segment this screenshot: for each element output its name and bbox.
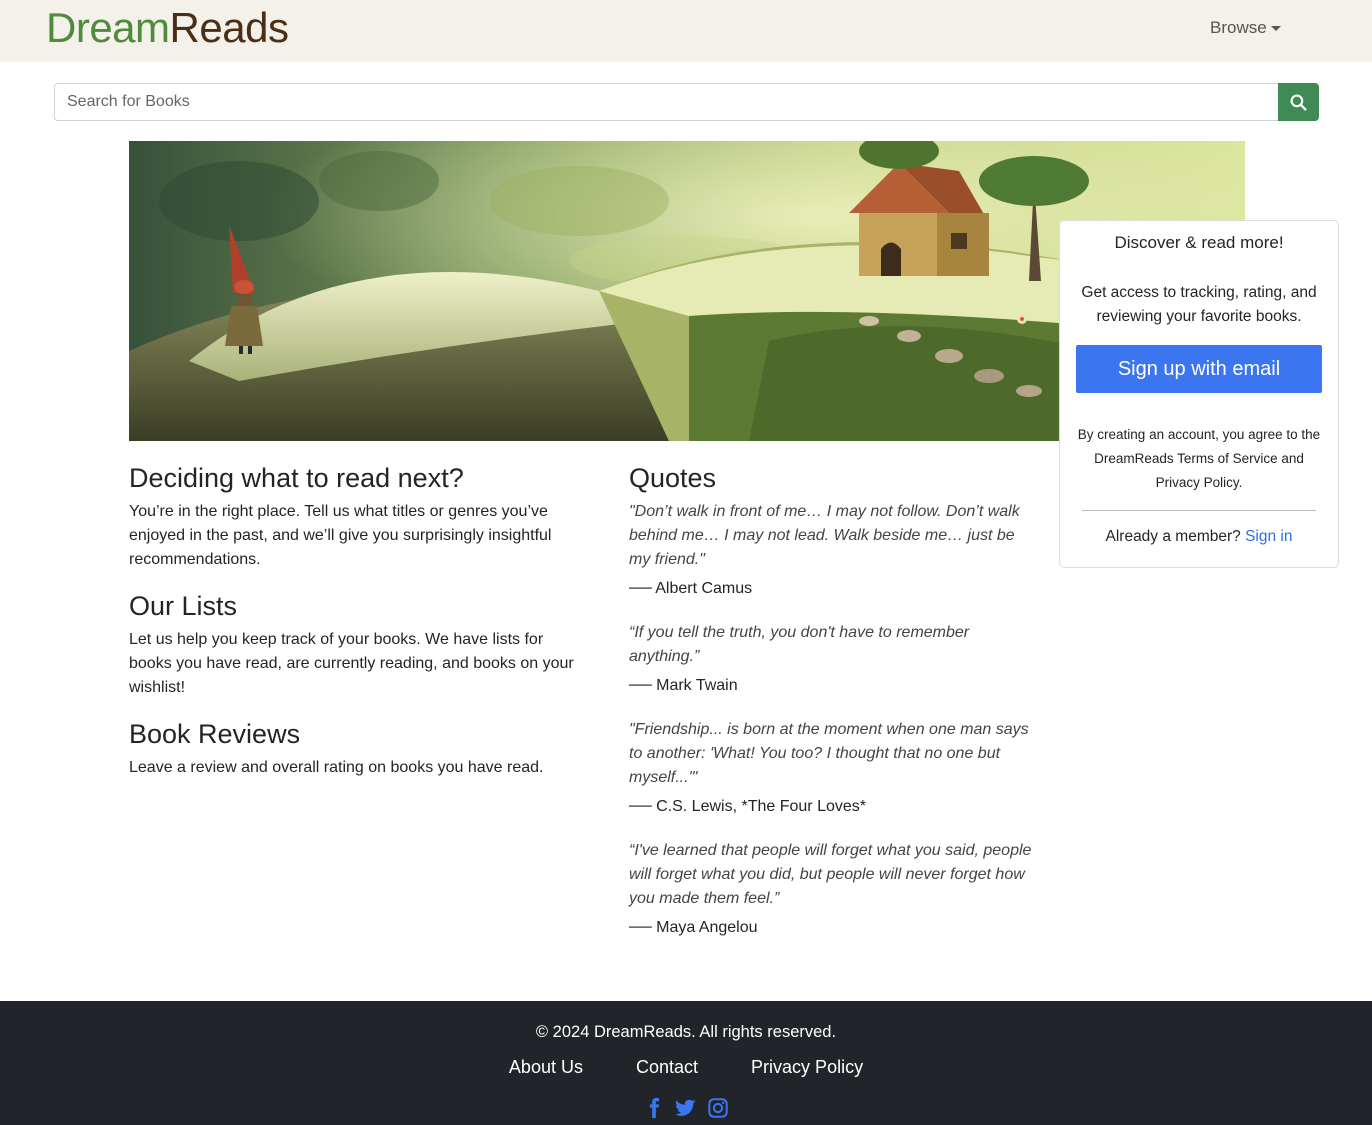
caret-down-icon xyxy=(1270,26,1281,32)
brand-logo[interactable]: DreamReads xyxy=(46,4,289,52)
member-text: Already a member? xyxy=(1105,528,1241,545)
footer-link-about[interactable]: About Us xyxy=(509,1057,583,1077)
search-bar xyxy=(54,83,1319,121)
search-icon xyxy=(1290,94,1307,111)
social-links xyxy=(0,1097,1372,1119)
quote-author: ── Albert Camus xyxy=(629,580,753,597)
section-text-recommendations: You’re in the right place. Tell us what … xyxy=(129,503,552,568)
quote-author: ── C.S. Lewis, *The Four Loves* xyxy=(629,798,866,815)
browse-dropdown[interactable]: Browse xyxy=(1210,18,1281,38)
section-heading-reviews: Book Reviews xyxy=(129,719,301,749)
signup-email-button[interactable]: Sign up with email xyxy=(1076,345,1322,393)
copyright-text: © 2024 DreamReads. All rights reserved. xyxy=(535,1023,837,1041)
quotes-column: Quotes "Don’t walk in front of me… I may… xyxy=(629,462,1039,940)
navbar: DreamReads Browse xyxy=(0,0,1372,62)
footer-link-privacy[interactable]: Privacy Policy xyxy=(751,1057,863,1077)
section-text-lists: Let us help you keep track of your books… xyxy=(129,631,574,696)
quote-text: “I've learned that people will forget wh… xyxy=(629,842,1032,907)
divider xyxy=(1082,510,1316,511)
search-button[interactable] xyxy=(1278,83,1319,121)
signup-card: Discover & read more! Get access to trac… xyxy=(1059,220,1339,568)
footer-link-contact[interactable]: Contact xyxy=(636,1057,698,1077)
signup-legal-text: By creating an account, you agree to the… xyxy=(1077,427,1321,490)
search-input[interactable] xyxy=(54,83,1278,121)
quotes-heading: Quotes xyxy=(629,463,717,493)
facebook-icon[interactable] xyxy=(643,1097,665,1119)
footer: © 2024 DreamReads. All rights reserved. … xyxy=(0,1001,1372,1125)
footer-links: About Us Contact Privacy Policy xyxy=(0,1057,1372,1078)
signup-card-description: Get access to tracking, rating, and revi… xyxy=(1081,284,1317,325)
quote-author: ── Mark Twain xyxy=(629,677,738,694)
quote-item: “If you tell the truth, you don't have t… xyxy=(629,621,1039,698)
signup-card-title: Discover & read more! xyxy=(1114,233,1284,252)
quote-text: “If you tell the truth, you don't have t… xyxy=(629,624,970,665)
quote-item: "Friendship... is born at the moment whe… xyxy=(629,718,1039,819)
member-prompt: Already a member? Sign in xyxy=(1060,528,1338,546)
quote-item: "Don’t walk in front of me… I may not fo… xyxy=(629,500,1039,601)
features-column: Deciding what to read next? You’re in th… xyxy=(129,462,579,780)
brand-logo-part1: Dream xyxy=(46,4,170,51)
brand-logo-part2: Reads xyxy=(169,4,289,51)
section-text-reviews: Leave a review and overall rating on boo… xyxy=(129,759,544,776)
quote-author: ── Maya Angelou xyxy=(629,919,758,936)
section-heading-lists: Our Lists xyxy=(129,591,238,621)
twitter-icon[interactable] xyxy=(675,1097,697,1119)
instagram-icon[interactable] xyxy=(707,1097,729,1119)
section-heading-recommendations: Deciding what to read next? xyxy=(129,463,464,493)
quote-text: "Friendship... is born at the moment whe… xyxy=(629,721,1029,786)
signin-link[interactable]: Sign in xyxy=(1245,528,1292,545)
quote-item: “I've learned that people will forget wh… xyxy=(629,839,1039,940)
browse-label: Browse xyxy=(1210,18,1267,37)
quote-text: "Don’t walk in front of me… I may not fo… xyxy=(629,503,1020,568)
